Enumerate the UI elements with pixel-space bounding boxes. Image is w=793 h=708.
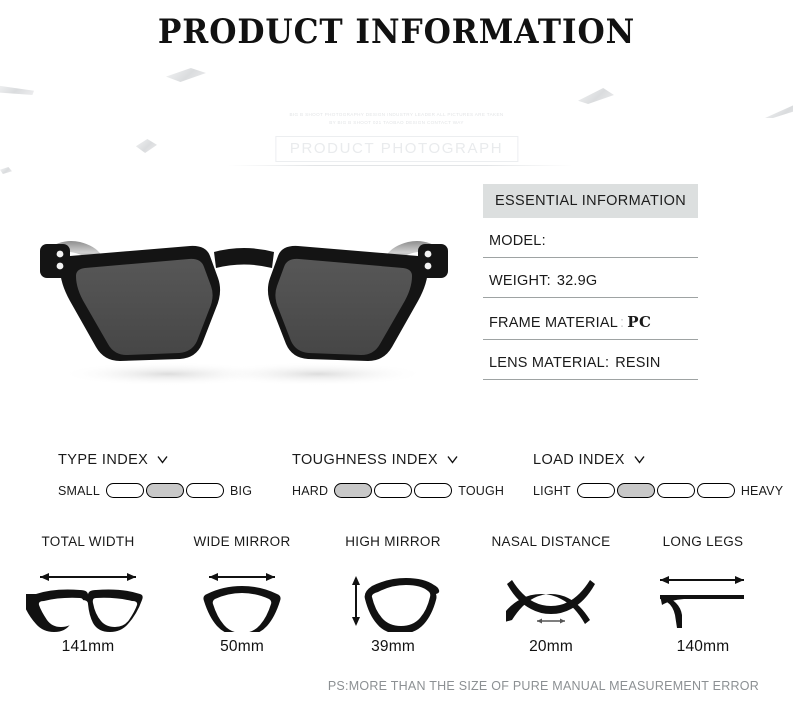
product-photo [18,188,470,420]
toughness-index-pill-2[interactable] [374,483,413,498]
type-index-pill-3[interactable] [186,483,224,498]
toughness-index-pill-1[interactable] [334,483,373,498]
full-frame-width-icon [13,566,163,634]
info-row-lens-material: LENS MATERIAL: RESIN [483,340,698,380]
info-value-lens-material: RESIN [615,355,661,371]
measurement-value: 39mm [371,638,415,655]
info-label-lens-material: LENS MATERIAL: [489,355,610,371]
chevron-down-icon[interactable] [447,454,458,465]
load-index-pills[interactable] [576,483,735,498]
measurement-value: 141mm [61,638,115,655]
photo-divider [228,165,573,166]
toughness-index-title[interactable]: TOUGHNESS INDEX [292,452,504,468]
toughness-index-scale: HARD TOUGH [292,483,504,498]
info-label-model: MODEL: [489,233,546,249]
lens-height-icon [318,566,468,634]
load-index-right-label: HEAVY [740,483,784,498]
measurement-label: NASAL DISTANCE [491,534,611,549]
measurement-wide-mirror: WIDE MIRROR 50mm [167,534,317,656]
measurement-high-mirror: HIGH MIRROR 39mm [318,534,468,656]
info-row-model: MODEL: [483,218,698,258]
info-row-frame-material: FRAME MATERIAL: PC [483,298,698,340]
info-value-frame-material: PC [627,313,652,331]
type-index-label: TYPE INDEX [58,452,149,468]
paper-shard-icon [135,139,157,153]
type-index-left-label: SMALL [58,483,100,498]
load-index-pill-2[interactable] [616,483,655,498]
page-title: PRODUCT INFORMATION [157,12,636,52]
chevron-down-icon[interactable] [157,454,168,465]
photography-credit-microtext: BIG B SHOOT PHOTOGRAPHY DESIGN INDUSTRY … [289,112,504,125]
type-index-pill-2[interactable] [146,483,184,498]
load-index-title[interactable]: LOAD INDEX [533,452,783,468]
chevron-down-icon[interactable] [634,454,645,465]
measurement-long-legs: LONG LEGS 140mm [628,534,778,656]
toughness-index-pills[interactable] [334,483,453,498]
load-index-block: LOAD INDEX LIGHT HEAVY [533,452,783,498]
type-index-title[interactable]: TYPE INDEX [58,452,252,468]
toughness-index-right-label: TOUGH [458,483,505,498]
measurement-nasal-distance: NASAL DISTANCE 20mm [476,534,626,656]
toughness-index-label: TOUGHNESS INDEX [292,452,438,468]
paper-shard-icon [0,85,34,95]
load-index-pill-4[interactable] [696,483,735,498]
load-index-label: LOAD INDEX [533,452,625,468]
load-index-scale: LIGHT HEAVY [533,483,783,498]
toughness-index-left-label: HARD [292,483,329,498]
essential-information-header: ESSENTIAL INFORMATION [483,184,698,218]
product-photograph-badge: PRODUCT PHOTOGRAPH [274,136,519,162]
measurement-label: WIDE MIRROR [193,534,291,549]
load-index-pill-1[interactable] [576,483,615,498]
info-label-weight: WEIGHT: [489,273,551,289]
type-index-pill-1[interactable] [106,483,144,498]
paper-shard-icon [0,167,12,174]
toughness-index-block: TOUGHNESS INDEX HARD TOUGH [292,452,504,498]
measurement-value: 140mm [676,638,730,655]
load-index-left-label: LIGHT [533,483,571,498]
info-label-frame-material: FRAME MATERIAL [489,315,619,331]
info-value-weight: 32.9G [556,273,598,289]
measurement-value: 20mm [529,638,573,655]
paper-shard-icon [166,68,206,82]
info-row-weight: WEIGHT: 32.9G [483,258,698,298]
measurement-label: TOTAL WIDTH [41,534,135,549]
measurement-label: HIGH MIRROR [345,534,441,549]
type-index-right-label: BIG [230,483,253,498]
temple-length-icon [628,566,778,634]
essential-information-panel: ESSENTIAL INFORMATION MODEL: WEIGHT: 32.9… [483,184,698,380]
measurement-total-width: TOTAL WIDTH 141mm [13,534,163,656]
type-index-scale: SMALL BIG [58,483,252,498]
sunglasses-image [40,241,448,386]
toughness-index-pill-3[interactable] [414,483,453,498]
load-index-pill-3[interactable] [656,483,695,498]
paper-shard-icon [578,88,614,104]
measurement-label: LONG LEGS [662,534,744,549]
measurement-error-note: PS:MORE THAN THE SIZE OF PURE MANUAL MEA… [327,679,759,693]
measurement-value: 50mm [220,638,264,655]
lens-width-icon [167,566,317,634]
bridge-width-icon [476,566,626,634]
type-index-pills[interactable] [106,483,224,498]
info-colon-frame-material: : [620,315,625,331]
type-index-block: TYPE INDEX SMALL BIG [58,452,252,498]
